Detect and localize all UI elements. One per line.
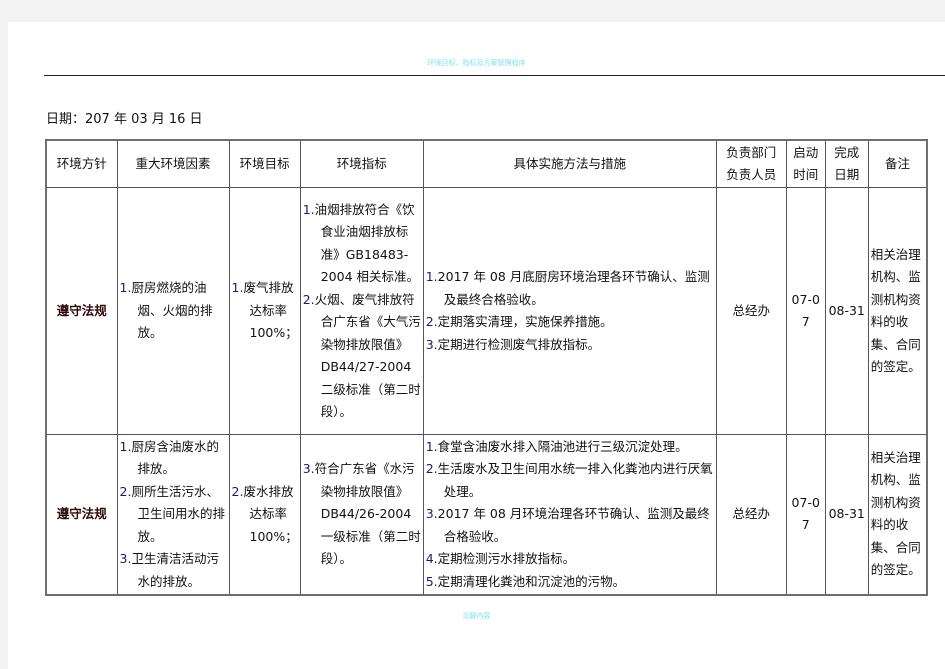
list-item: 2.定期落实清理，实施保养措施。 <box>425 314 613 329</box>
factors-cell: 1.厨房含油废水的排放。 2.厕所生活污水、卫生间用水的排放。 3.卫生清洁活动… <box>116 434 230 595</box>
list-item: 1.废气排放达标率 100%； <box>231 280 298 341</box>
list-item: 1.油烟排放符合《饮食业油烟排放标准》GB18483-2004 相关标准。 <box>302 201 420 285</box>
indicators-cell: 3.符合广东省《水污染物排放限值》DB44/26-2004 一级标准（第二时段）… <box>299 434 424 595</box>
list-item: 1.厨房含油废水的排放。 <box>119 438 219 477</box>
targets-cell: 1.废气排放达标率 100%； <box>228 187 301 435</box>
list-item: 3.2017 年 08 月环境治理各环节确认、监测及最终合格验收。 <box>425 506 710 544</box>
remark-cell: 相关治理机构、监测机构资料的收集、合同的签定。 <box>867 434 928 595</box>
date-line: 日期：207 年 03 月 16 日 <box>46 112 203 127</box>
table-row: 遵守法规 1.厨房燃烧的油烟、火烟的排放。 1.废气排放达标率 100%； 1.… <box>45 187 928 435</box>
list-item: 3.卫生清洁活动污水的排放。 <box>119 551 219 589</box>
col-header-factors: 重大环境因素 <box>116 139 230 188</box>
list-item: 3.定期进行检测废气排放指标。 <box>425 336 601 352</box>
start-date-cell: 07-07 <box>785 187 826 435</box>
col-header-start: 启动 时间 <box>785 139 826 188</box>
page-footer: 页脚内容 <box>462 612 491 620</box>
col-header-indicators: 环境指标 <box>299 139 424 188</box>
dept-cell: 总经办 <box>715 434 787 595</box>
list-item: 2.废水排放 达标率 100%； <box>231 483 298 544</box>
col-header-finish: 完成 日期 <box>824 139 869 188</box>
targets-cell: 2.废水排放 达标率 100%； <box>228 434 301 595</box>
finish-date-cell: 08-31 <box>824 434 869 595</box>
document-page: 环境目标、指标及方案管理程序 日期：207 年 03 月 16 日 环境方针 重… <box>8 22 945 669</box>
list-item: 2.厕所生活污水、卫生间用水的排放。 <box>119 483 226 544</box>
col-header-dept: 负责部门 负责人员 <box>715 139 787 188</box>
list-item: 5.定期清理化粪池和沉淀池的污物。 <box>425 573 626 589</box>
policy-cell: 遵守法规 <box>45 187 118 435</box>
list-item: 1.厨房燃烧的油烟、火烟的排放。 <box>119 280 213 341</box>
finish-date-cell: 08-31 <box>824 187 869 435</box>
list-item: 1.食堂含油废水排入隔油池进行三级沉淀处理。 <box>425 438 688 454</box>
table-row: 遵守法规 1.厨房含油废水的排放。 2.厕所生活污水、卫生间用水的排放。 3.卫… <box>45 434 928 595</box>
list-item: 2.生活废水及卫生间用水统一排入化粪池内进行厌氧处理。 <box>425 461 713 499</box>
indicators-cell: 1.油烟排放符合《饮食业油烟排放标准》GB18483-2004 相关标准。 2.… <box>299 187 424 435</box>
header-divider <box>44 75 945 76</box>
factors-cell: 1.厨房燃烧的油烟、火烟的排放。 <box>116 187 230 435</box>
col-header-policy: 环境方针 <box>45 139 118 188</box>
list-item: 3.符合广东省《水污染物排放限值》DB44/26-2004 一级标准（第二时段）… <box>302 461 421 566</box>
list-item: 1.2017 年 08 月底厨房环境治理各环节确认、监测及最终合格验收。 <box>425 269 710 307</box>
list-item: 2.火烟、废气排放符合广东省《大气污染物排放限值》DB44/27-2004 二级… <box>302 291 421 420</box>
list-item: 4.定期检测污水排放指标。 <box>425 551 576 566</box>
table-header-row: 环境方针 重大环境因素 环境目标 环境指标 具体实施方法与措施 负责部门 负责人… <box>45 139 928 188</box>
dept-cell: 总经办 <box>715 187 787 435</box>
measures-cell: 1.2017 年 08 月底厨房环境治理各环节确认、监测及最终合格验收。 2.定… <box>422 187 717 435</box>
remark-cell: 相关治理机构、监测机构资料的收集、合同的签定。 <box>867 187 928 435</box>
col-header-targets: 环境目标 <box>228 139 301 188</box>
col-header-remark: 备注 <box>867 139 928 188</box>
policy-cell: 遵守法规 <box>45 434 118 595</box>
measures-cell: 1.食堂含油废水排入隔油池进行三级沉淀处理。 2.生活废水及卫生间用水统一排入化… <box>422 434 717 595</box>
col-header-measures: 具体实施方法与措施 <box>422 139 717 188</box>
start-date-cell: 07-07 <box>785 434 826 595</box>
page-header: 环境目标、指标及方案管理程序 <box>427 59 526 67</box>
environment-plan-table: 环境方针 重大环境因素 环境目标 环境指标 具体实施方法与措施 负责部门 负责人… <box>45 139 929 596</box>
